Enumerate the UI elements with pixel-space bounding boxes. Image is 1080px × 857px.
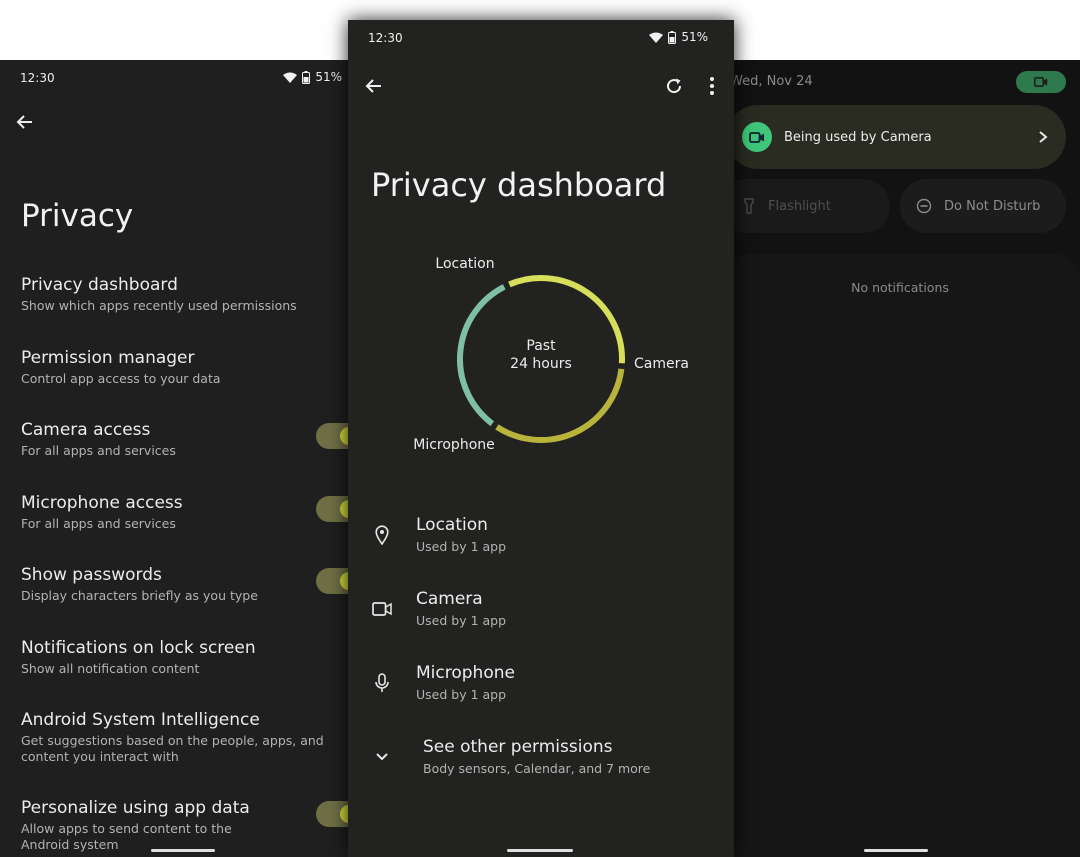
- setting-android-system-intelligence[interactable]: Android System Intelligence Get suggesti…: [21, 709, 360, 781]
- permission-subtitle: Used by 1 app: [416, 687, 507, 702]
- permission-title: Camera: [416, 589, 483, 609]
- wifi-icon: [283, 72, 298, 83]
- permission-microphone[interactable]: Microphone Used by 1 app: [348, 663, 734, 723]
- location-pin-icon: [375, 525, 389, 545]
- refresh-button[interactable]: [660, 72, 688, 100]
- page-title: Privacy dashboard: [371, 166, 667, 204]
- battery-icon: [302, 70, 311, 84]
- back-button[interactable]: [360, 72, 388, 100]
- permission-subtitle: Used by 1 app: [416, 613, 507, 628]
- flashlight-icon: [744, 198, 754, 214]
- camera-in-use-indicator[interactable]: [1016, 71, 1066, 93]
- setting-subtitle: Get suggestions based on the people, app…: [21, 733, 324, 764]
- status-bar: 12:30 51%: [348, 20, 734, 56]
- setting-title: Camera access: [21, 420, 151, 440]
- setting-subtitle: Display characters briefly as you type: [21, 588, 258, 603]
- setting-subtitle: Control app access to your data: [21, 371, 221, 386]
- chevron-right-icon: [1039, 131, 1048, 143]
- camera-icon: [749, 131, 764, 143]
- permission-title: See other permissions: [423, 737, 613, 757]
- home-indicator[interactable]: [151, 849, 215, 852]
- segment-label-camera: Camera: [634, 356, 689, 372]
- setting-subtitle: For all apps and services: [21, 516, 176, 531]
- usage-ring-chart[interactable]: Past 24 hours Location Camera Microphone: [348, 220, 734, 490]
- setting-permission-manager[interactable]: Permission manager Control app access to…: [21, 347, 360, 407]
- quick-settings-screen: Wed, Nov 24 Being used by Camera Flashli…: [720, 60, 1080, 857]
- camera-icon: [372, 602, 392, 616]
- flashlight-label: Flashlight: [768, 198, 831, 214]
- setting-title: Android System Intelligence: [21, 710, 260, 730]
- status-time: 12:30: [368, 31, 403, 45]
- privacy-dashboard-screen: 12:30 51% Privacy dashboard Past 24 hour…: [348, 20, 734, 857]
- permission-title: Location: [416, 515, 488, 535]
- microphone-icon: [375, 673, 389, 692]
- setting-title: Microphone access: [21, 493, 183, 513]
- chevron-container: [370, 745, 394, 769]
- do-not-disturb-tile[interactable]: Do Not Disturb: [900, 179, 1066, 233]
- segment-label-location: Location: [435, 256, 494, 272]
- setting-camera-access[interactable]: Camera access For all apps and services: [21, 419, 360, 479]
- refresh-icon: [667, 78, 682, 94]
- ring-segment-location[interactable]: [457, 284, 506, 427]
- arrow-left-icon: [16, 115, 32, 129]
- ring-segment-microphone[interactable]: [495, 368, 625, 443]
- wifi-icon: [649, 32, 664, 43]
- battery-icon: [668, 30, 677, 44]
- setting-title: Personalize using app data: [21, 798, 250, 818]
- setting-subtitle: Show which apps recently used permission…: [21, 298, 297, 313]
- page-title: Privacy: [21, 198, 134, 234]
- home-indicator[interactable]: [864, 849, 928, 852]
- camera-icon: [1034, 77, 1048, 87]
- ongoing-privacy-card[interactable]: Being used by Camera: [726, 105, 1066, 169]
- camera-icon-container: [370, 597, 394, 621]
- setting-microphone-access[interactable]: Microphone access For all apps and servi…: [21, 492, 360, 552]
- permission-subtitle: Used by 1 app: [416, 539, 507, 554]
- home-indicator[interactable]: [507, 849, 573, 852]
- setting-title: Show passwords: [21, 565, 162, 585]
- setting-title: Permission manager: [21, 348, 195, 368]
- camera-badge: [742, 122, 772, 152]
- chart-center-label-line1: Past: [526, 338, 556, 354]
- status-bar: 12:30 51%: [0, 60, 360, 96]
- permission-camera[interactable]: Camera Used by 1 app: [348, 589, 734, 649]
- status-time: 12:30: [20, 71, 55, 85]
- setting-title: Privacy dashboard: [21, 275, 178, 295]
- setting-title: Notifications on lock screen: [21, 638, 256, 658]
- permission-title: Microphone: [416, 663, 515, 683]
- setting-personalize-app-data[interactable]: Personalize using app data Allow apps to…: [21, 797, 360, 857]
- location-pin-container: [370, 523, 394, 547]
- arrow-left-icon: [365, 79, 381, 93]
- permission-location[interactable]: Location Used by 1 app: [348, 515, 734, 575]
- battery-percent: 51%: [681, 30, 708, 44]
- status-icons: 51%: [649, 30, 708, 44]
- setting-privacy-dashboard[interactable]: Privacy dashboard Show which apps recent…: [21, 274, 360, 334]
- status-icons: 51%: [283, 70, 342, 84]
- see-other-permissions[interactable]: See other permissions Body sensors, Cale…: [348, 737, 734, 797]
- privacy-settings-screen: 12:30 51% Privacy Privacy dashboard Show…: [0, 60, 360, 857]
- do-not-disturb-icon: [916, 198, 932, 214]
- battery-percent: 51%: [315, 70, 342, 84]
- qs-date: Wed, Nov 24: [730, 74, 813, 89]
- setting-subtitle: Show all notification content: [21, 661, 200, 676]
- notification-panel: [726, 254, 1080, 857]
- do-not-disturb-label: Do Not Disturb: [944, 198, 1041, 214]
- microphone-icon-container: [370, 671, 394, 695]
- chart-center-label-line2: 24 hours: [510, 356, 572, 372]
- no-notifications-text: No notifications: [851, 280, 949, 295]
- permission-subtitle: Body sensors, Calendar, and 7 more: [423, 761, 651, 776]
- chevron-down-icon: [376, 753, 388, 761]
- segment-label-microphone: Microphone: [413, 437, 495, 453]
- setting-subtitle: For all apps and services: [21, 443, 176, 458]
- setting-show-passwords[interactable]: Show passwords Display characters briefl…: [21, 564, 360, 624]
- ongoing-text: Being used by Camera: [784, 129, 932, 145]
- more-vert-icon: [710, 77, 714, 95]
- more-options-button[interactable]: [698, 72, 726, 100]
- flashlight-tile[interactable]: Flashlight: [720, 179, 890, 233]
- back-button[interactable]: [11, 108, 39, 136]
- setting-lock-screen-notifications[interactable]: Notifications on lock screen Show all no…: [21, 637, 360, 697]
